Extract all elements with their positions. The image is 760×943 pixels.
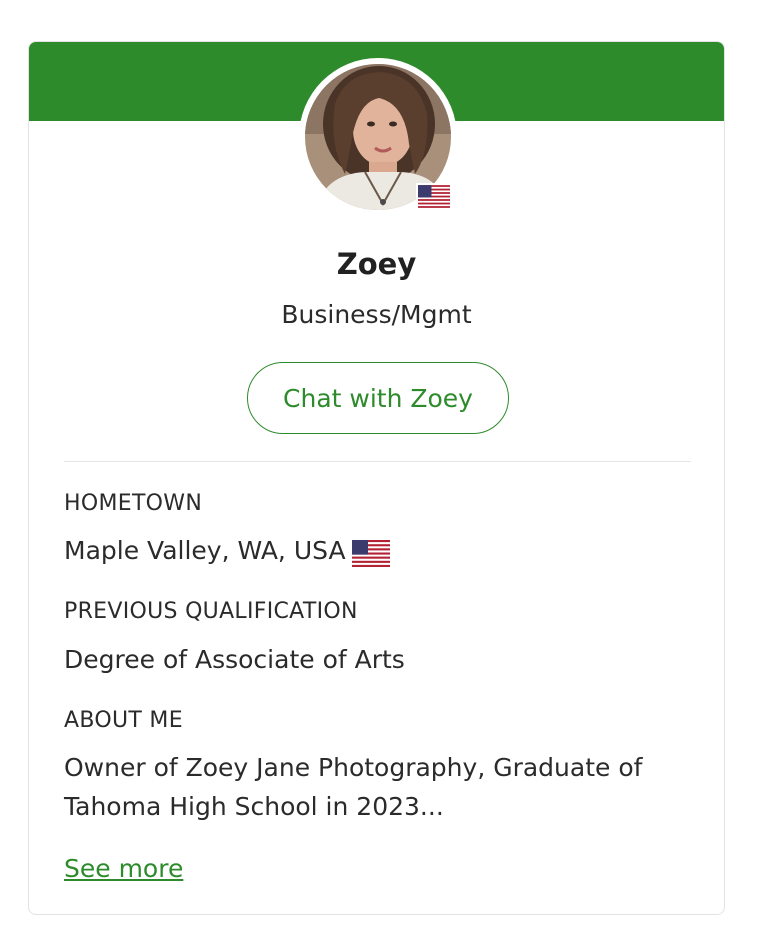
qualification-label: PREVIOUS QUALIFICATION <box>64 599 358 624</box>
profile-name: Zoey <box>336 247 417 281</box>
us-flag-icon <box>416 183 452 210</box>
hometown-label: HOMETOWN <box>64 491 203 516</box>
profile-card: Zoey Business/Mgmt Chat with Zoey HOMETO… <box>28 41 725 915</box>
avatar-frame <box>299 58 457 216</box>
qualification-value: Degree of Associate of Arts <box>64 645 405 674</box>
see-more-link[interactable]: See more <box>64 854 183 883</box>
chat-button[interactable]: Chat with Zoey <box>247 362 509 434</box>
us-flag-icon <box>351 539 390 567</box>
about-value: Owner of Zoey Jane Photography, Graduate… <box>64 753 643 821</box>
about-label: ABOUT ME <box>64 708 183 733</box>
hometown-value: Maple Valley, WA, USA <box>64 536 346 565</box>
divider <box>64 461 691 462</box>
hometown-value-row: Maple Valley, WA, USA <box>64 531 390 570</box>
profile-subject: Business/Mgmt <box>281 300 472 329</box>
